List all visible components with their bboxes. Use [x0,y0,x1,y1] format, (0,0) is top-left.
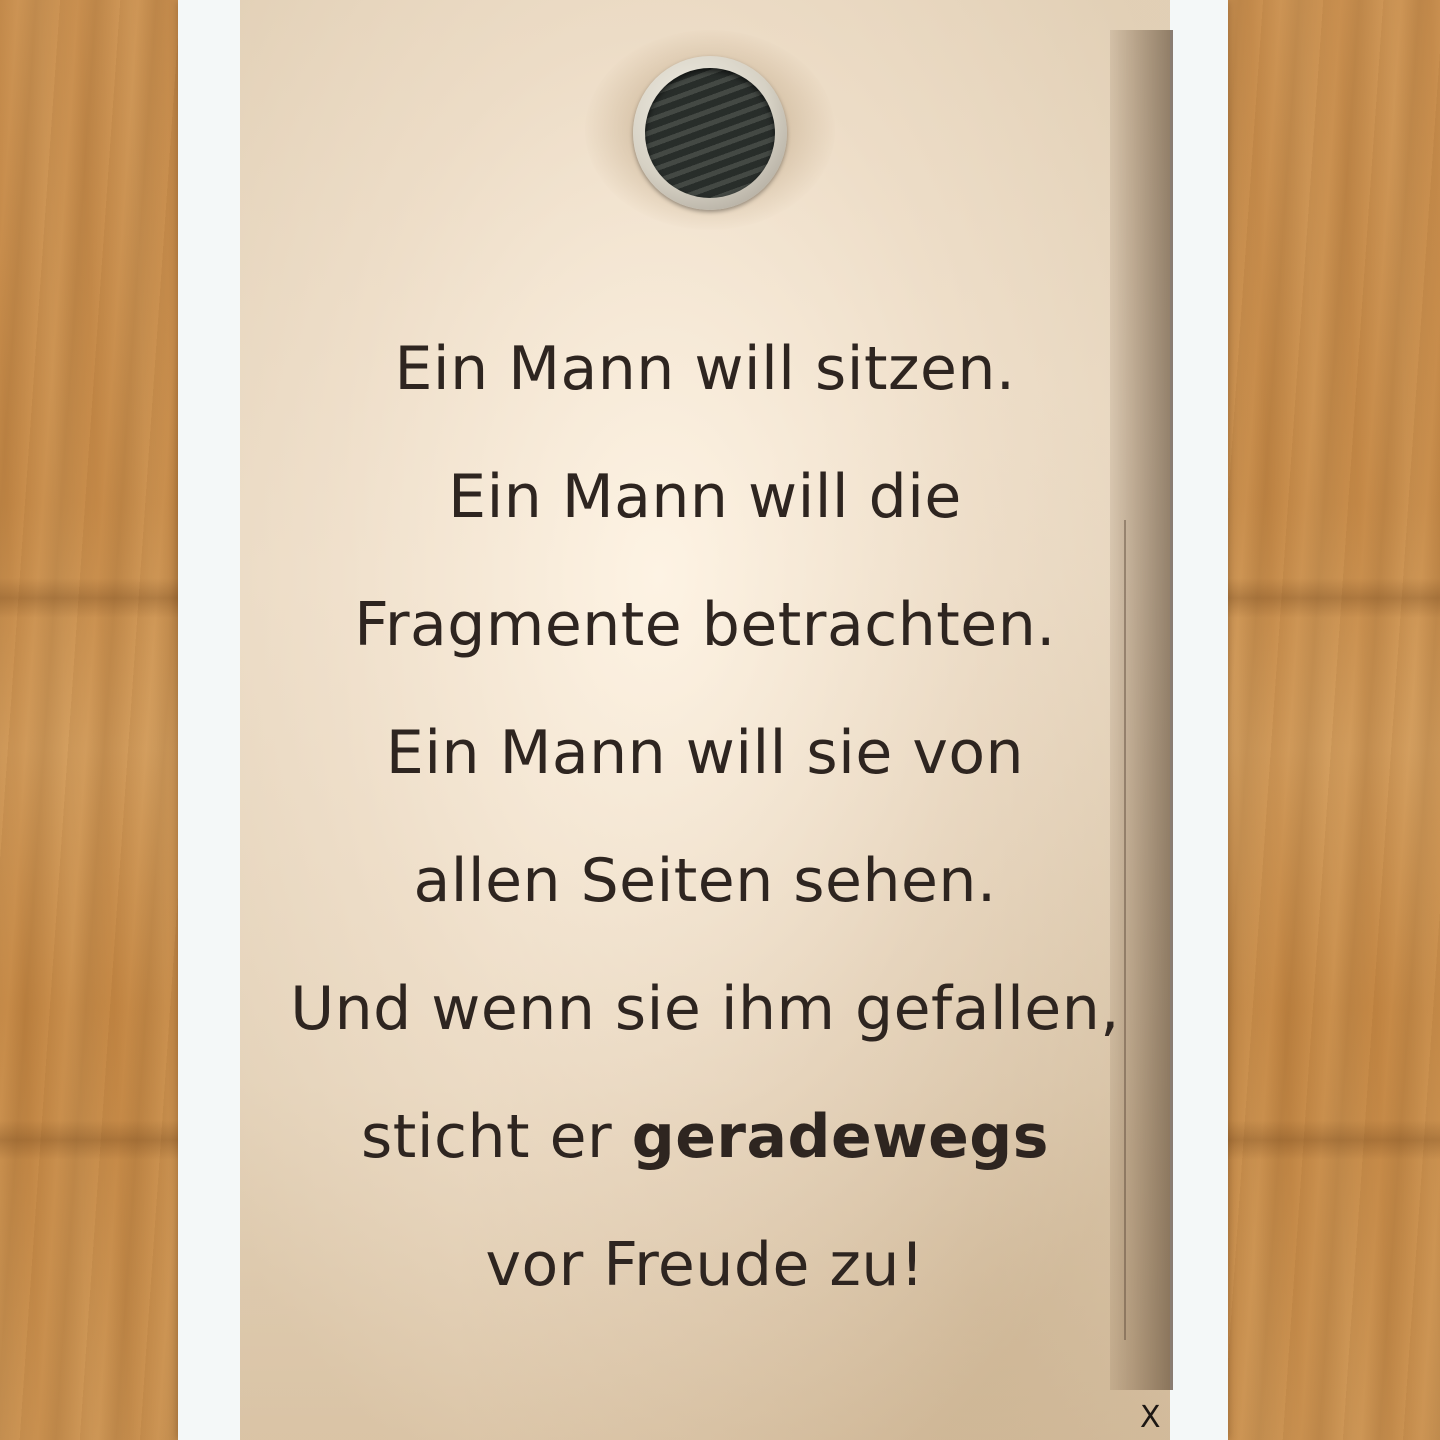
poem-line: allen Seiten sehen. [413,846,997,916]
poem-line: Und wenn sie ihm gefallen, [290,974,1120,1044]
poem-line: sticht er geradewegs [240,1073,1170,1201]
poem-line: Ein Mann will sie von [385,718,1025,788]
poem-line: vor Freude zu! [485,1230,925,1300]
poem-text: Ein Mann will sitzen. Ein Mann will die … [240,305,1170,1329]
card-corner-mark: X [1140,1400,1161,1435]
poem-line: Ein Mann will sitzen. [394,334,1016,404]
poem-line: Fragmente betrachten. [354,590,1056,660]
poem-line: Ein Mann will die [448,462,962,532]
grommet-hole-icon [645,68,775,198]
poem-phrase: sticht er [361,1102,613,1172]
poem-emphasis-word: geradewegs [631,1102,1049,1172]
